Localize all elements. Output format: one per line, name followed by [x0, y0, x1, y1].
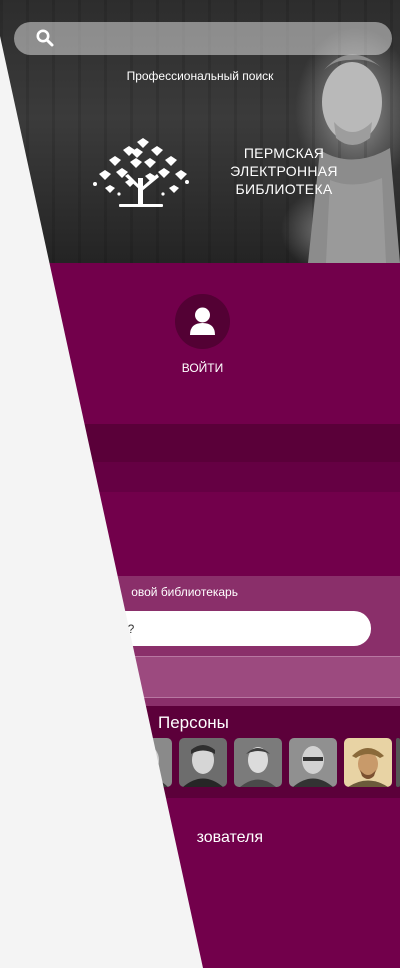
professional-search-link[interactable]: Профессиональный поиск: [0, 69, 400, 83]
person-portrait-5[interactable]: [344, 738, 392, 787]
person-portrait-4[interactable]: [289, 738, 337, 787]
library-name-line-3: БИБЛИОТЕКА: [235, 181, 333, 197]
library-tree-logo-icon: [93, 138, 189, 207]
menu-band: [0, 462, 400, 492]
user-section-title: зователя: [196, 829, 263, 846]
menu-band-dark: [0, 424, 400, 462]
search-input[interactable]: [62, 22, 382, 55]
virtual-librarian-submit-button[interactable]: [0, 656, 400, 698]
library-name: ПЕРМСКАЯ ЭЛЕКТРОННАЯ БИБЛИОТЕКА: [214, 144, 354, 198]
search-icon[interactable]: [35, 28, 55, 48]
persons-title: Персоны: [158, 713, 229, 732]
person-portrait-1[interactable]: [124, 738, 172, 787]
library-name-line-1: ПЕРМСКАЯ: [243, 145, 325, 161]
header-background-photo: Профессиональный поиск ПЕРМСКАЯ ЭЛЕКТРОН…: [0, 0, 400, 263]
person-portrait-2[interactable]: [179, 738, 227, 787]
app-screen: Профессиональный поиск ПЕРМСКАЯ ЭЛЕКТРОН…: [0, 0, 400, 968]
person-portrait-3[interactable]: [234, 738, 282, 787]
login-avatar-button[interactable]: [175, 294, 230, 349]
person-portrait-6-partial[interactable]: [396, 738, 400, 787]
virtual-librarian-title: овой библиотекарь: [131, 585, 238, 599]
virtual-librarian-input[interactable]: [0, 611, 371, 646]
login-link[interactable]: ВОЙТИ: [150, 361, 255, 375]
user-icon: [190, 307, 215, 335]
library-name-line-2: ЭЛЕКТРОННАЯ: [230, 163, 338, 179]
